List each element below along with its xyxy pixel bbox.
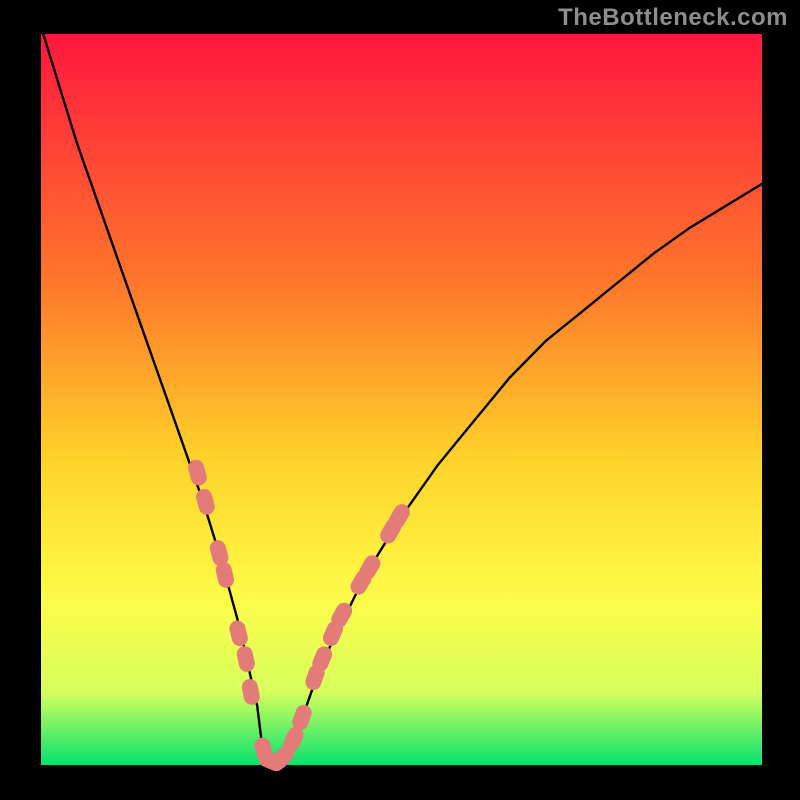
chart-svg xyxy=(0,0,800,800)
gradient-background xyxy=(41,34,762,765)
watermark-text: TheBottleneck.com xyxy=(558,4,788,32)
outer-frame: { "watermark": "TheBottleneck.com", "col… xyxy=(0,0,800,800)
